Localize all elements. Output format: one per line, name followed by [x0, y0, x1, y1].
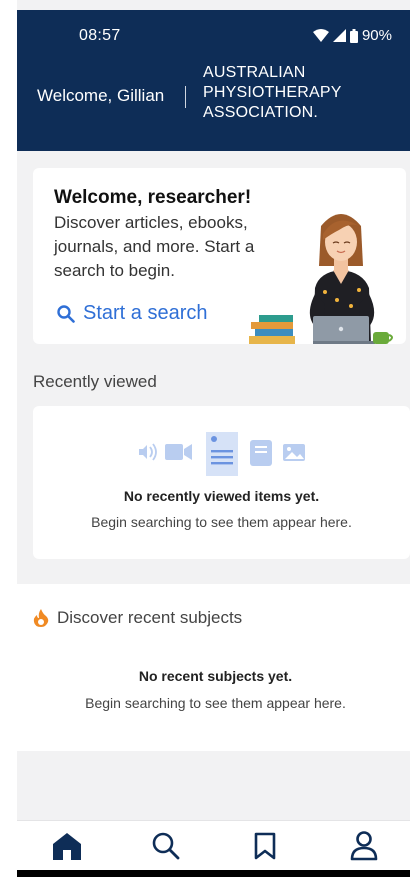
header-divider	[185, 86, 186, 108]
status-icons: 90%	[312, 27, 392, 44]
fire-icon	[33, 609, 49, 627]
wifi-icon	[312, 29, 329, 42]
home-icon	[52, 832, 81, 860]
brand-line: ASSOCIATION.	[203, 104, 319, 121]
welcome-card: Welcome, researcher! Discover articles, …	[33, 168, 406, 344]
discover-section: Discover recent subjects No recent subje…	[17, 584, 414, 751]
search-icon	[57, 304, 75, 323]
discover-header: Discover recent subjects	[33, 608, 242, 628]
video-icon	[165, 444, 192, 460]
recently-viewed-empty-subtitle: Begin searching to see them appear here.	[91, 514, 352, 530]
discover-empty-title: No recent subjects yet.	[138, 668, 293, 684]
recently-viewed-empty-title: No recently viewed items yet.	[123, 488, 320, 504]
nav-bookmarks[interactable]	[216, 821, 315, 870]
content-types-illustration	[139, 432, 305, 476]
ebook-icon	[250, 440, 272, 466]
status-bar: 08:57 90%	[17, 10, 414, 54]
recently-viewed-title: Recently viewed	[33, 372, 157, 391]
recently-viewed-card: No recently viewed items yet. Begin sear…	[33, 406, 410, 559]
left-edge	[0, 0, 17, 877]
brand-line: AUSTRALIAN	[203, 64, 306, 81]
profile-icon	[351, 830, 378, 860]
nav-home[interactable]	[17, 821, 116, 870]
bottom-navigation	[17, 820, 414, 870]
battery-level: 90%	[361, 27, 392, 44]
system-gesture-bar	[0, 870, 414, 877]
nav-search[interactable]	[116, 821, 215, 870]
start-search-label: Start a search	[83, 302, 208, 324]
battery-icon	[349, 28, 358, 43]
search-icon	[152, 832, 180, 859]
signal-icon	[332, 29, 346, 42]
brand-line: PHYSIOTHERAPY	[203, 84, 342, 101]
app-screen: 08:57 90% Welcome, Gillian AUSTRALIAN PH…	[0, 0, 414, 877]
welcome-text: Welcome, Gillian	[37, 86, 165, 105]
document-icon	[206, 432, 238, 476]
welcome-card-title: Welcome, researcher!	[54, 187, 252, 208]
right-edge	[410, 0, 414, 877]
nav-profile[interactable]	[315, 821, 414, 870]
researcher-illustration	[249, 214, 393, 344]
app-header: 08:57 90% Welcome, Gillian AUSTRALIAN PH…	[17, 10, 414, 151]
discover-empty-subtitle: Begin searching to see them appear here.	[85, 695, 346, 711]
image-icon	[283, 444, 305, 461]
start-search-button[interactable]: Start a search	[57, 302, 208, 325]
discover-title: Discover recent subjects	[57, 608, 243, 627]
audio-icon	[139, 443, 157, 461]
status-time: 08:57	[79, 27, 121, 44]
bookmark-icon	[254, 832, 276, 859]
brand-logo-text: AUSTRALIAN PHYSIOTHERAPY ASSOCIATION.	[203, 63, 342, 123]
